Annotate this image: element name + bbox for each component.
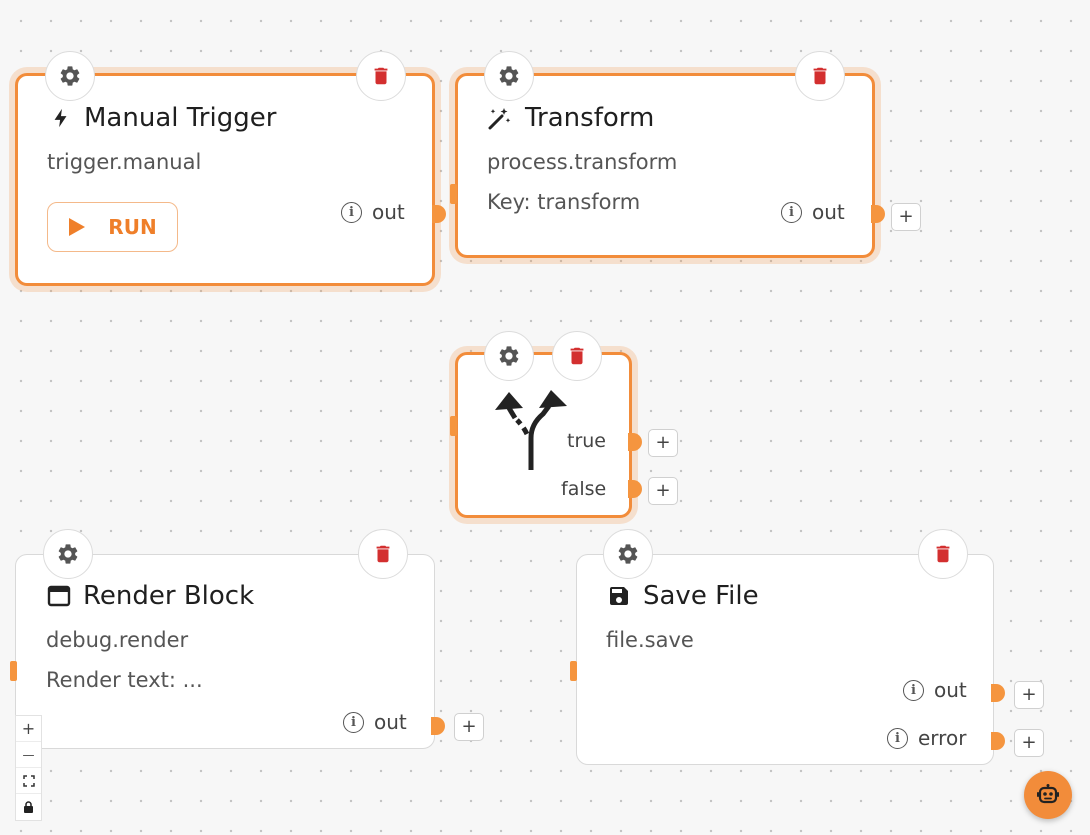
trash-icon: [936, 545, 950, 563]
fork-arrows-icon: [495, 390, 567, 470]
save-file-output-label: i out: [903, 678, 967, 702]
magic-wand-icon: [487, 105, 513, 131]
transform-settings-button[interactable]: [484, 51, 534, 101]
transform-input-port[interactable]: [450, 184, 457, 204]
transform-delete-button[interactable]: [795, 51, 845, 101]
render-block-input-port[interactable]: [10, 661, 17, 681]
info-icon[interactable]: i: [903, 679, 924, 701]
render-block-text: Render text: ...: [46, 668, 203, 692]
info-icon[interactable]: i: [341, 201, 362, 223]
condition-input-port[interactable]: [450, 416, 457, 436]
condition-settings-button[interactable]: [484, 331, 534, 381]
error-label: error: [918, 726, 967, 750]
output-label: out: [934, 678, 967, 702]
transform-output-port[interactable]: [871, 205, 885, 223]
condition-false-add-button[interactable]: +: [648, 477, 678, 505]
manual-trigger-delete-button[interactable]: [356, 51, 406, 101]
info-icon[interactable]: i: [343, 711, 364, 733]
window-icon: [47, 585, 71, 607]
render-block-type: debug.render: [46, 628, 189, 652]
zoom-controls: + —: [15, 715, 42, 821]
lock-button[interactable]: [16, 794, 41, 820]
manual-trigger-output-label: i out: [341, 200, 405, 224]
assistant-button[interactable]: [1024, 771, 1072, 819]
fit-view-button[interactable]: [16, 768, 41, 794]
save-file-output-port[interactable]: [991, 684, 1005, 702]
condition-true-add-button[interactable]: +: [648, 429, 678, 457]
trash-icon: [570, 347, 584, 365]
gear-icon: [499, 66, 519, 86]
save-file-title: Save File: [607, 581, 759, 611]
trash-icon: [376, 545, 390, 563]
run-button-label: RUN: [108, 215, 157, 239]
gear-icon: [58, 544, 78, 564]
gear-icon: [499, 346, 519, 366]
save-file-type: file.save: [606, 628, 694, 652]
render-block-output-label: i out: [343, 710, 407, 734]
info-icon[interactable]: i: [781, 201, 802, 223]
transform-add-button[interactable]: +: [891, 203, 921, 231]
trash-icon: [374, 67, 388, 85]
transform-output-label: i out: [781, 200, 845, 224]
info-icon[interactable]: i: [887, 727, 908, 749]
render-block-delete-button[interactable]: [358, 529, 408, 579]
transform-type: process.transform: [487, 150, 678, 174]
render-block-title: Render Block: [47, 581, 254, 611]
transform-key: Key: transform: [487, 190, 641, 214]
render-block-settings-button[interactable]: [43, 529, 93, 579]
manual-trigger-title: Manual Trigger: [50, 103, 276, 133]
render-block-output-port[interactable]: [431, 717, 445, 735]
lock-icon: [24, 801, 33, 813]
node-title-text: Manual Trigger: [84, 103, 277, 133]
save-file-delete-button[interactable]: [918, 529, 968, 579]
save-file-error-label: i error: [887, 726, 966, 750]
manual-trigger-output-port[interactable]: [432, 205, 446, 223]
save-file-output-add-button[interactable]: +: [1014, 681, 1044, 709]
floppy-disk-icon: [607, 584, 631, 608]
node-title-text: Transform: [525, 103, 655, 133]
zoom-out-button[interactable]: —: [16, 742, 41, 768]
play-icon: [69, 218, 86, 236]
save-file-error-port[interactable]: [991, 732, 1005, 750]
manual-trigger-type: trigger.manual: [47, 150, 202, 174]
flow-canvas[interactable]: Manual Trigger trigger.manual RUN i out …: [0, 0, 1090, 835]
condition-false-port[interactable]: [628, 480, 642, 498]
transform-title: Transform: [487, 103, 654, 133]
output-label: out: [374, 710, 407, 734]
save-file-settings-button[interactable]: [603, 529, 653, 579]
gear-icon: [618, 544, 638, 564]
node-title-text: Save File: [643, 581, 759, 611]
condition-true-port[interactable]: [628, 433, 642, 451]
fit-view-icon: [22, 774, 35, 787]
lightning-icon: [50, 106, 72, 130]
gear-icon: [60, 66, 80, 86]
render-block-add-button[interactable]: +: [454, 713, 484, 741]
run-button[interactable]: RUN: [47, 202, 178, 252]
output-label: out: [812, 200, 845, 224]
condition-false-label: false: [561, 478, 607, 500]
condition-delete-button[interactable]: [552, 331, 602, 381]
node-title-text: Render Block: [83, 581, 255, 611]
save-file-error-add-button[interactable]: +: [1014, 729, 1044, 757]
robot-icon: [1037, 784, 1059, 804]
condition-true-label: true: [567, 430, 606, 452]
trash-icon: [813, 67, 827, 85]
zoom-in-button[interactable]: +: [16, 716, 41, 742]
save-file-input-port[interactable]: [570, 661, 577, 681]
output-label: out: [372, 200, 405, 224]
manual-trigger-settings-button[interactable]: [45, 51, 95, 101]
